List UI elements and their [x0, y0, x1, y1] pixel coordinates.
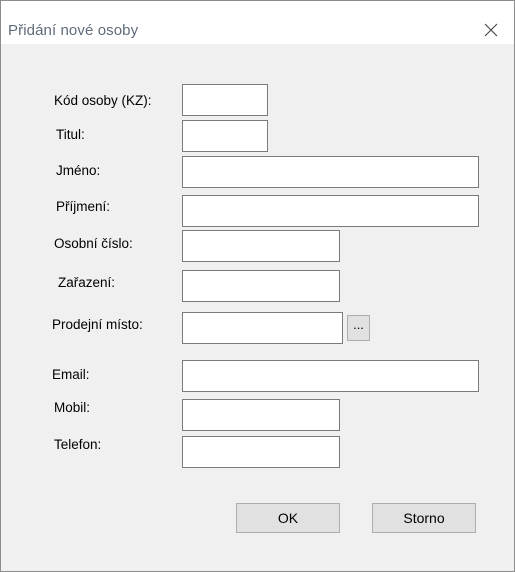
- osobni-cislo-label: Osobní číslo:: [54, 236, 133, 251]
- prodejni-misto-browse-button[interactable]: ...: [347, 315, 370, 341]
- titul-label: Titul:: [56, 127, 85, 142]
- close-icon: [484, 23, 498, 37]
- cancel-button[interactable]: Storno: [372, 503, 476, 533]
- prodejni-misto-label: Prodejní místo:: [52, 317, 143, 332]
- email-label: Email:: [52, 367, 90, 382]
- titul-input[interactable]: [182, 120, 268, 152]
- telefon-input[interactable]: [182, 436, 340, 468]
- jmeno-label: Jméno:: [56, 163, 101, 178]
- prodejni-misto-input[interactable]: [182, 312, 343, 344]
- mobil-label: Mobil:: [54, 400, 91, 415]
- osobni-cislo-input[interactable]: [182, 230, 340, 262]
- zarazeni-input[interactable]: [182, 270, 340, 302]
- telefon-label: Telefon:: [54, 437, 102, 452]
- prijmeni-input[interactable]: [182, 195, 479, 227]
- dialog-window: Přidání nové osoby Kód osoby (KZ): Titul…: [0, 0, 515, 572]
- dialog-title: Přidání nové osoby: [8, 22, 139, 39]
- kod-osoby-label: Kód osoby (KZ):: [54, 93, 152, 108]
- close-button[interactable]: [468, 1, 514, 44]
- form-area: Kód osoby (KZ): Titul: Jméno: Příjmení: …: [1, 44, 514, 571]
- mobil-input[interactable]: [182, 399, 340, 431]
- ok-button[interactable]: OK: [236, 503, 340, 533]
- prijmeni-label: Příjmení:: [56, 199, 111, 214]
- zarazeni-label: Zařazení:: [58, 275, 116, 290]
- kod-osoby-input[interactable]: [182, 84, 268, 116]
- title-bar[interactable]: Přidání nové osoby: [1, 1, 514, 44]
- email-input[interactable]: [182, 360, 479, 392]
- jmeno-input[interactable]: [182, 156, 479, 188]
